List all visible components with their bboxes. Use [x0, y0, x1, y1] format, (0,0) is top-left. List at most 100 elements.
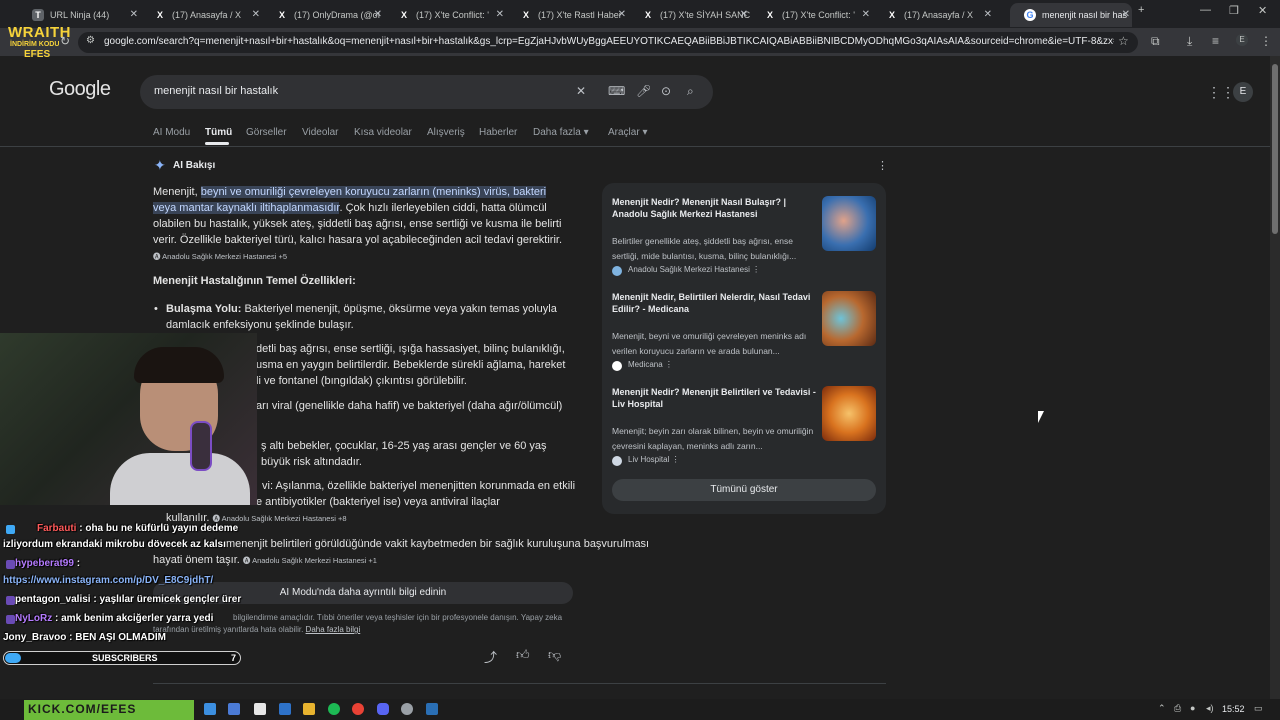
source-title[interactable]: Menenjit Nedir? Menenjit Belirtileri ve …: [612, 386, 816, 410]
share-icon[interactable]: ⤴: [484, 647, 497, 666]
bullet-fragment: e antibiyotikler (bakteriyel ise) veya a…: [256, 496, 500, 508]
apps-grid-icon[interactable]: ⋮⋮: [1207, 84, 1235, 101]
lens-camera-icon[interactable]: ⊙: [661, 84, 671, 98]
tab-x-conflict-2[interactable]: X (17) X'te Conflict: ' ✕: [750, 3, 872, 27]
minimize-icon[interactable]: —: [1200, 4, 1211, 16]
tab-title: menenjit nasıl bir has: [1042, 10, 1128, 20]
bullet-fragment: hayati önem taşır. 🅐 Anadolu Sağlık Merk…: [153, 552, 377, 569]
bullet-fragment: detli baş ağrısı, ense sertliği, ışığa h…: [256, 343, 565, 355]
search-icon[interactable]: ⌕: [687, 84, 694, 99]
more-options-icon[interactable]: ⋮: [672, 455, 680, 464]
steam-icon[interactable]: [426, 703, 438, 715]
close-icon[interactable]: ✕: [374, 3, 382, 27]
source-thumbnail[interactable]: [822, 386, 876, 441]
tab-x-anasayfa[interactable]: X (17) Anasayfa / X ✕: [140, 3, 262, 27]
source-card[interactable]: Menenjit Nedir? Menenjit Belirtileri ve …: [612, 386, 876, 470]
close-icon[interactable]: ✕: [252, 3, 260, 27]
clear-icon[interactable]: ✕: [576, 84, 586, 98]
profile-avatar[interactable]: E: [1236, 34, 1248, 46]
scrollbar-thumb[interactable]: [1272, 64, 1278, 234]
source-card[interactable]: Menenjit Nedir, Belirtileri Nelerdir, Na…: [612, 291, 876, 375]
app-icon[interactable]: [254, 703, 266, 715]
tab-ai-mode[interactable]: AI Modu: [153, 127, 190, 138]
edge-icon[interactable]: [204, 703, 216, 715]
notifications-icon[interactable]: ▭: [1254, 703, 1263, 714]
source-chip[interactable]: 🅐 Anadolu Sağlık Merkezi Hastanesi +1: [243, 556, 377, 565]
restore-icon[interactable]: ❐: [1229, 4, 1239, 17]
thumbs-down-icon[interactable]: 👎︎: [548, 647, 561, 663]
microphone-icon[interactable]: 🎤︎: [636, 84, 651, 98]
tray-chevron-icon[interactable]: ⌃: [1158, 703, 1166, 714]
url-text[interactable]: google.com/search?q=menenjit+nasıl+bir+h…: [104, 36, 1114, 47]
chevron-down-icon: ▾: [642, 127, 648, 138]
microphone-icon[interactable]: ●: [1190, 703, 1195, 713]
scrollbar[interactable]: [1270, 56, 1280, 699]
tab-x-anasayfa-2[interactable]: X (17) Anasayfa / X ✕: [872, 3, 994, 27]
close-icon[interactable]: ✕: [618, 3, 626, 27]
mouse-cursor: [1038, 411, 1044, 423]
tab-news[interactable]: Haberler: [479, 127, 517, 138]
source-card[interactable]: Menenjit Nedir? Menenjit Nasıl Bulaşır? …: [612, 196, 876, 280]
folder-icon[interactable]: [303, 703, 315, 715]
tab-google-search[interactable]: Gmenenjit nasıl bir has ✕: [1010, 3, 1132, 27]
search-input[interactable]: menenjit nasıl bir hastalık: [154, 85, 278, 97]
new-tab-button[interactable]: +: [1138, 4, 1144, 16]
spotify-icon[interactable]: [328, 703, 340, 715]
site-info-icon[interactable]: ⚙: [86, 35, 95, 46]
close-icon[interactable]: ✕: [496, 3, 504, 27]
app-icon[interactable]: [279, 703, 291, 715]
tab-x-siyah-sanc[interactable]: X (17) X'te SİYAH SANC ✕: [628, 3, 750, 27]
thumbs-up-icon[interactable]: 👍︎: [516, 647, 530, 663]
source-chip[interactable]: 🅐 Anadolu Sağlık Merkezi Hastanesi +5: [153, 252, 287, 261]
chat-link[interactable]: https://www.instagram.com/p/DV_E8C9jdhT/: [3, 575, 213, 586]
close-icon[interactable]: ✕: [862, 3, 870, 27]
account-avatar[interactable]: E: [1233, 82, 1253, 102]
google-logo[interactable]: Google: [49, 78, 111, 101]
tab-tools[interactable]: Araçlar ▾: [608, 127, 648, 138]
close-icon[interactable]: ✕: [740, 3, 748, 27]
network-icon[interactable]: ⎙: [1174, 703, 1181, 714]
show-all-button[interactable]: Tümünü göster: [612, 479, 876, 501]
menu-dots-icon[interactable]: ⋮: [1260, 34, 1272, 48]
source-thumbnail[interactable]: [822, 291, 876, 346]
tab-x-rastl-haber[interactable]: X (17) X'te Rastl Haber ✕: [506, 3, 628, 27]
close-icon[interactable]: ✕: [984, 3, 992, 27]
source-chip[interactable]: 🅐 Anadolu Sağlık Merkezi Hastanesi +8: [212, 514, 346, 523]
tab-x-conflict[interactable]: X (17) X'te Conflict: ' ✕: [384, 3, 506, 27]
app-icon[interactable]: [401, 703, 413, 715]
tab-x-onlydrama[interactable]: X (17) OnlyDrama (@oı ✕: [262, 3, 384, 27]
close-icon[interactable]: ✕: [1122, 3, 1130, 27]
chat-message: :: [73, 558, 81, 569]
more-options-icon[interactable]: ⋮: [752, 265, 760, 274]
bookmark-star-icon[interactable]: ☆: [1118, 34, 1129, 48]
discord-icon[interactable]: [377, 703, 389, 715]
source-chip-label: Anadolu Sağlık Merkezi Hastanesi +5: [162, 252, 288, 261]
tab-images[interactable]: Görseller: [246, 127, 287, 138]
more-options-icon[interactable]: ⋮: [877, 159, 888, 172]
tab-all[interactable]: Tümü: [205, 127, 232, 138]
webcam-person-shirt: [110, 453, 250, 505]
app-icon[interactable]: [228, 703, 240, 715]
tab-short-videos[interactable]: Kısa videolar: [354, 127, 412, 138]
extensions-icon[interactable]: ⧉: [1151, 34, 1160, 49]
x-logo-icon: X: [278, 10, 285, 20]
chrome-icon[interactable]: [352, 703, 364, 715]
search-box[interactable]: menenjit nasıl bir hastalık ✕ ⌨ 🎤︎ ⊙ ⌕: [140, 75, 713, 109]
source-title[interactable]: Menenjit Nedir? Menenjit Nasıl Bulaşır? …: [612, 196, 816, 220]
source-thumbnail[interactable]: [822, 196, 876, 251]
source-title[interactable]: Menenjit Nedir, Belirtileri Nelerdir, Na…: [612, 291, 816, 315]
volume-icon[interactable]: ◂): [1206, 703, 1214, 714]
keyboard-icon[interactable]: ⌨: [608, 84, 625, 98]
chat-line: NyLoRz : amk benim akciğerler yarra yedi: [3, 613, 213, 624]
tab-shopping[interactable]: Alışveriş: [427, 127, 465, 138]
tab-more[interactable]: Daha fazla ▾: [533, 127, 589, 138]
download-icon[interactable]: ⤓: [1187, 34, 1192, 49]
clock[interactable]: 15:52: [1222, 704, 1245, 714]
learn-more-link[interactable]: Daha fazla bilgi: [306, 625, 361, 634]
address-bar[interactable]: ⚙ google.com/search?q=menenjit+nasıl+bir…: [78, 32, 1138, 53]
close-window-icon[interactable]: ✕: [1258, 4, 1267, 17]
tab-videos[interactable]: Videolar: [302, 127, 339, 138]
more-options-icon[interactable]: ⋮: [665, 360, 673, 369]
close-icon[interactable]: ✕: [130, 3, 138, 27]
media-icon[interactable]: ≡: [1212, 34, 1219, 48]
